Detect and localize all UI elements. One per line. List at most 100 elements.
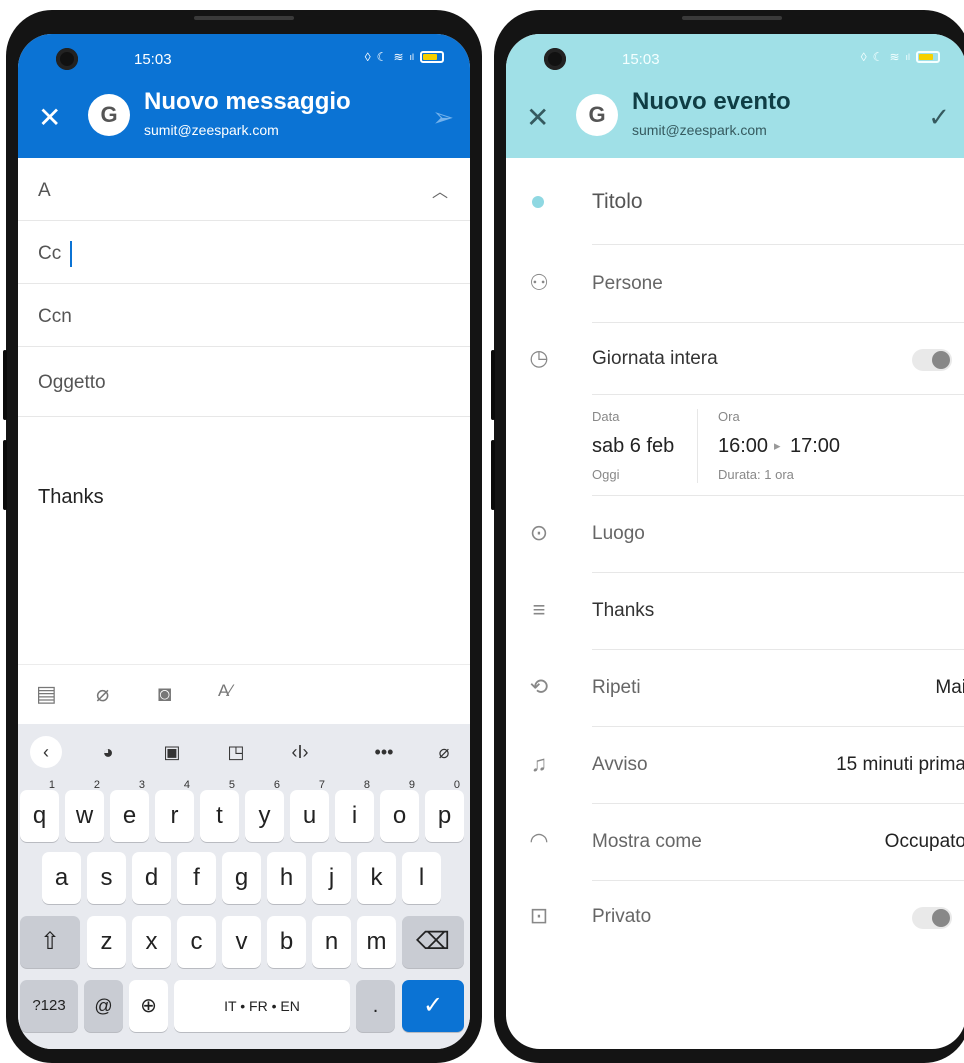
repeat-row[interactable]: ⟲ Ripeti Mai [506,650,964,727]
date-label: Data [592,409,620,424]
close-icon[interactable]: ✕ [526,104,549,132]
mic-off-icon[interactable]: ⌀ [428,736,460,768]
divider-vertical [697,409,698,483]
camera-icon[interactable]: ◙ [158,681,171,707]
account-avatar[interactable]: G [88,94,130,136]
private-toggle[interactable] [912,907,952,929]
key-m[interactable]: m [357,916,396,968]
key-j[interactable]: j [312,852,351,904]
signal-icon: ıl [905,52,911,62]
cc-field[interactable]: Cc [18,221,470,284]
key-g[interactable]: g [222,852,261,904]
chevron-up-icon[interactable]: ︿ [432,178,448,202]
key-u[interactable]: u7 [290,779,329,842]
key-a[interactable]: a [42,852,81,904]
volume-button [491,350,495,420]
location-pin-icon: ⊙ [529,520,549,545]
alert-value: 15 minuti prima [836,754,964,775]
check-icon[interactable]: ✓ [928,102,950,133]
enter-key[interactable]: ✓ [402,980,464,1032]
to-field[interactable]: A ︿ [18,158,470,221]
key-y[interactable]: y6 [245,779,284,842]
key-d[interactable]: d [132,852,171,904]
key-v[interactable]: v [222,916,261,968]
all-day-row[interactable]: ◷ Giornata intera [506,323,964,395]
backspace-icon: ⌫ [416,928,450,955]
numbers-key[interactable]: ?123 [20,980,78,1032]
account-email: sumit@zeespark.com [144,122,279,138]
key-k[interactable]: k [357,852,396,904]
space-bar[interactable]: IT • FR • EN [174,980,350,1032]
calendar-add-icon[interactable]: ▤ [36,681,57,707]
title-input[interactable]: Titolo [592,190,643,214]
text-cursor-icon[interactable]: ‹I› [284,736,316,768]
key-e[interactable]: e3 [110,779,149,842]
key-f[interactable]: f [177,852,216,904]
time-start[interactable]: 16:00 [718,435,768,458]
show-as-label: Mostra come [592,831,702,852]
bcc-field[interactable]: Ccn [18,284,470,347]
key-b[interactable]: b [267,916,306,968]
sticker-icon[interactable]: ◳ [220,736,252,768]
title-row[interactable]: Titolo [506,158,964,246]
at-key[interactable]: @ [84,980,123,1032]
location-label: Luogo [592,523,645,544]
shift-icon: ⇧ [39,928,61,955]
status-time: 15:03 [134,51,172,68]
period-key[interactable]: . [356,980,395,1032]
date-value[interactable]: sab 6 feb [592,435,674,458]
key-x[interactable]: x [132,916,171,968]
clipboard-icon[interactable]: ▣ [156,736,188,768]
repeat-icon: ⟲ [529,674,549,699]
time-end[interactable]: 17:00 [790,435,840,458]
key-n[interactable]: n [312,916,351,968]
key-h[interactable]: h [267,852,306,904]
account-avatar[interactable]: G [576,94,618,136]
repeat-value: Mai [935,677,964,698]
key-o[interactable]: o9 [380,779,419,842]
private-row[interactable]: ⊡ Privato [506,881,964,953]
message-body[interactable]: Thanks [38,486,104,509]
people-row[interactable]: ⚇ Persone [506,246,964,323]
shift-key[interactable]: ⇧ [20,916,80,968]
volume-button [491,440,495,510]
show-as-row[interactable]: ◠ Mostra come Occupato [506,804,964,881]
key-w[interactable]: w2 [65,779,104,842]
email-screen: 15:03 ◊ ☾ ≋ ıl ✕ G Nuovo messaggio sumit… [18,34,470,1049]
key-i[interactable]: i8 [335,779,374,842]
event-appbar: ✕ G Nuovo evento sumit@zeespark.com ✓ [506,84,964,158]
language-key[interactable]: ⊕ [129,980,168,1032]
alert-row[interactable]: ♫ Avviso 15 minuti prima [506,727,964,804]
time-label: Ora [718,409,740,424]
key-r[interactable]: r4 [155,779,194,842]
compose-title: Nuovo messaggio [144,88,351,115]
color-dot[interactable] [532,196,544,208]
chevron-left-icon[interactable]: ‹ [30,736,62,768]
key-z[interactable]: z [87,916,126,968]
all-day-toggle[interactable] [912,349,952,371]
key-l[interactable]: l [402,852,441,904]
key-q[interactable]: q1 [20,779,59,842]
key-s[interactable]: s [87,852,126,904]
key-p[interactable]: p0 [425,779,464,842]
key-c[interactable]: c [177,916,216,968]
lock-icon: ⊡ [529,903,549,928]
format-text-icon[interactable]: A⁄ [218,681,232,701]
close-icon[interactable]: ✕ [38,104,61,132]
location-row[interactable]: ⊙ Luogo [506,496,964,573]
backspace-key[interactable]: ⌫ [402,916,464,968]
battery-icon [916,51,940,63]
send-icon[interactable]: ➢ [432,102,454,133]
status-time: 15:03 [622,51,660,68]
status-bar: 15:03 ◊ ☾ ≋ ıl [506,34,964,84]
more-icon[interactable]: ••• [368,736,400,768]
attach-icon[interactable]: ⌀ [96,681,109,707]
description-row[interactable]: ≡ Thanks [506,573,964,650]
show-as-value: Occupato [884,831,964,852]
subject-field[interactable]: Oggetto [18,347,470,417]
battery-icon [420,51,444,63]
account-email: sumit@zeespark.com [632,122,767,138]
clock-icon: ◷ [529,345,549,370]
palette-icon[interactable]: ◕ [92,736,124,768]
key-t[interactable]: t5 [200,779,239,842]
